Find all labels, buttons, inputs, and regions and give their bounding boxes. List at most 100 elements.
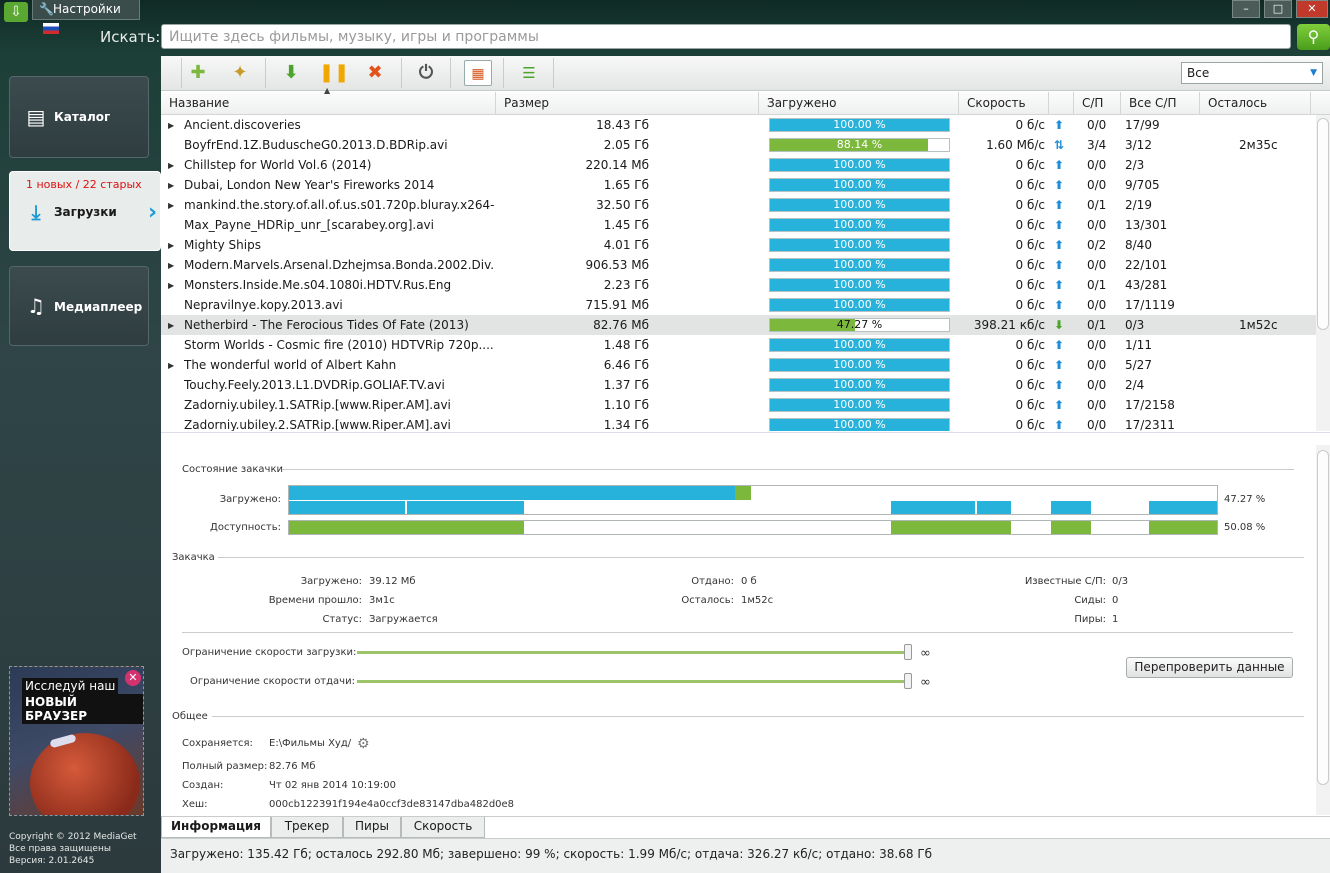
row-name: Mighty Ships xyxy=(184,238,261,252)
upload-limit-slider[interactable] xyxy=(357,680,909,683)
column-divider[interactable] xyxy=(1073,92,1074,114)
magic-wand-icon[interactable]: ✦ xyxy=(226,60,254,86)
tab-speed[interactable]: Скорость xyxy=(401,817,485,838)
app-logo-icon[interactable]: ⇩ xyxy=(4,2,28,22)
recheck-data-button[interactable]: Перепроверить данные xyxy=(1126,657,1293,678)
row-name: BoyfrEnd.1Z.BuduscheG0.2013.D.BDRip.avi xyxy=(184,138,448,152)
download-limit-knob[interactable] xyxy=(904,644,912,660)
expand-icon[interactable]: ▶ xyxy=(168,121,174,130)
column-divider[interactable] xyxy=(958,92,959,114)
upload-limit-knob[interactable] xyxy=(904,673,912,689)
table-header: Название Размер Загружено Скорость С/П В… xyxy=(161,92,1330,115)
state-section-title: Состояние закачки xyxy=(182,464,283,475)
row-progress-bar: 88.14 % xyxy=(769,138,950,152)
add-file-icon[interactable]: ✚ xyxy=(184,60,212,86)
report-icon[interactable]: ▦ xyxy=(464,60,492,86)
list-scroll-thumb[interactable] xyxy=(1317,118,1329,330)
details-scroll-thumb[interactable] xyxy=(1317,450,1329,785)
expand-icon[interactable]: ▶ xyxy=(168,181,174,190)
column-divider[interactable] xyxy=(1310,92,1311,114)
row-seeds-peers: 0/0 xyxy=(1087,258,1107,272)
row-name: Modern.Marvels.Arsenal.Dzhejmsa.Bonda.20… xyxy=(184,258,494,272)
arrow-up-icon: ⬆ xyxy=(1054,398,1065,412)
settings-menu[interactable]: 🔧Настройки xyxy=(32,0,140,34)
stop-delete-icon[interactable]: ✖ xyxy=(361,60,389,86)
hash-label: Хеш: xyxy=(182,799,208,810)
expand-icon[interactable]: ▶ xyxy=(168,321,174,330)
expand-icon[interactable]: ▶ xyxy=(168,281,174,290)
nav-mediaplayer[interactable]: ♫ Медиаплеер xyxy=(9,266,149,346)
expand-icon[interactable]: ▶ xyxy=(168,361,174,370)
column-divider[interactable] xyxy=(495,92,496,114)
table-row[interactable]: Nepravilnye.kopy.2013.avi 715.91 Мб 100.00… xyxy=(161,295,1316,315)
russian-flag-icon[interactable] xyxy=(43,23,59,34)
known-peers-label: Известные С/П: xyxy=(1024,576,1106,587)
row-all-seeds-peers: 17/2311 xyxy=(1125,418,1175,431)
pause-icon[interactable]: ❚❚ xyxy=(319,60,349,86)
download-limit-slider[interactable] xyxy=(357,651,909,654)
table-row[interactable]: Zadorniy.ubiley.2.SATRip.[www.Riper.AM].… xyxy=(161,415,1316,431)
start-download-icon[interactable]: ⬇ xyxy=(277,60,305,86)
table-row[interactable]: BoyfrEnd.1Z.BuduscheG0.2013.D.BDRip.avi 2… xyxy=(161,135,1316,155)
column-divider[interactable] xyxy=(1048,92,1049,114)
close-icon[interactable]: ✕ xyxy=(125,670,141,686)
table-row[interactable]: ▶ Monsters.Inside.Me.s04.1080i.HDTV.Rus.E… xyxy=(161,275,1316,295)
row-all-seeds-peers: 17/2158 xyxy=(1125,398,1175,412)
row-progress-label: 100.00 % xyxy=(833,178,886,191)
gear-icon[interactable]: ⚙ xyxy=(357,736,370,752)
search-button[interactable]: ⚲ xyxy=(1297,24,1330,50)
column-divider[interactable] xyxy=(1199,92,1200,114)
nav-downloads[interactable]: 1 новых / 22 старых ⤓ Загрузки xyxy=(9,171,161,251)
column-divider[interactable] xyxy=(1120,92,1121,114)
table-row[interactable]: Zadorniy.ubiley.1.SATRip.[www.Riper.AM].… xyxy=(161,395,1316,415)
col-name[interactable]: Название xyxy=(169,96,229,110)
row-progress-label: 100.00 % xyxy=(833,278,886,291)
arrow-up-icon: ⬆ xyxy=(1054,298,1065,312)
column-divider[interactable] xyxy=(758,92,759,114)
loaded-label: Загружено: xyxy=(219,494,281,505)
tab-tracker[interactable]: Трекер xyxy=(271,817,343,838)
pieces-segment xyxy=(735,486,751,500)
row-progress-label: 100.00 % xyxy=(833,198,886,211)
table-row[interactable]: Touchy.Feely.2013.L1.DVDRip.GOLIAF.TV.av… xyxy=(161,375,1316,395)
table-row[interactable]: ▶ Mighty Ships 4.01 Гб 100.00 % 0 б/с ⬆ 0/2 8/4… xyxy=(161,235,1316,255)
nav-catalog[interactable]: ▤ Каталог xyxy=(9,76,149,158)
tab-peers[interactable]: Пиры xyxy=(343,817,401,838)
divider xyxy=(218,557,1304,558)
close-button[interactable]: ✕ xyxy=(1296,0,1328,18)
list-settings-icon[interactable]: ☰ xyxy=(515,60,543,86)
search-input[interactable] xyxy=(161,24,1291,49)
minimize-button[interactable]: – xyxy=(1232,0,1260,18)
tab-information[interactable]: Информация xyxy=(161,817,271,838)
expand-icon[interactable]: ▶ xyxy=(168,261,174,270)
expand-icon[interactable]: ▶ xyxy=(168,161,174,170)
col-all-sp[interactable]: Все С/П xyxy=(1129,96,1176,110)
row-speed: 0 б/с xyxy=(1015,418,1046,431)
table-row[interactable]: ▶ The wonderful world of Albert Kahn 6.46 … xyxy=(161,355,1316,375)
row-progress-bar: 100.00 % xyxy=(769,218,950,232)
row-progress-bar: 100.00 % xyxy=(769,398,950,412)
col-speed[interactable]: Скорость xyxy=(967,96,1026,110)
filter-select[interactable]: Все ▼ xyxy=(1181,62,1323,84)
expand-icon[interactable]: ▶ xyxy=(168,201,174,210)
power-icon[interactable]: ⏻ xyxy=(412,60,440,86)
table-row[interactable]: ▶ Modern.Marvels.Arsenal.Dzhejmsa.Bonda.2… xyxy=(161,255,1316,275)
remaining-label: Осталось: xyxy=(681,595,734,606)
table-row[interactable]: ▶ mankind.the.story.of.all.of.us.s01.720p… xyxy=(161,195,1316,215)
table-row[interactable]: ▶ Chillstep for World Vol.6 (2014) 220.14 … xyxy=(161,155,1316,175)
table-row[interactable]: ▶ Ancient.discoveries 18.43 Гб 100.00 % 0 б/… xyxy=(161,115,1316,135)
arrow-up-icon: ⬆ xyxy=(1054,338,1065,352)
col-sp[interactable]: С/П xyxy=(1082,96,1103,110)
row-seeds-peers: 0/1 xyxy=(1087,318,1107,332)
browser-ad-banner[interactable]: Исследуй наш НОВЫЙ БРАУЗЕР ✕ xyxy=(9,666,144,816)
maximize-button[interactable]: □ xyxy=(1264,0,1292,18)
col-remaining[interactable]: Осталось xyxy=(1208,96,1267,110)
row-size: 1.45 Гб xyxy=(603,218,649,232)
table-row[interactable]: ▶ Dubai, London New Year's Fireworks 2014… xyxy=(161,175,1316,195)
col-loaded[interactable]: Загружено xyxy=(767,96,836,110)
table-row[interactable]: Storm Worlds - Cosmic fire (2010) HDTVRi… xyxy=(161,335,1316,355)
table-row[interactable]: ▶ Netherbird - The Ferocious Tides Of Fat… xyxy=(161,315,1316,335)
col-size[interactable]: Размер xyxy=(504,96,549,110)
expand-icon[interactable]: ▶ xyxy=(168,241,174,250)
table-row[interactable]: Max_Payne_HDRip_unr_[scarabey.org].avi 1.… xyxy=(161,215,1316,235)
